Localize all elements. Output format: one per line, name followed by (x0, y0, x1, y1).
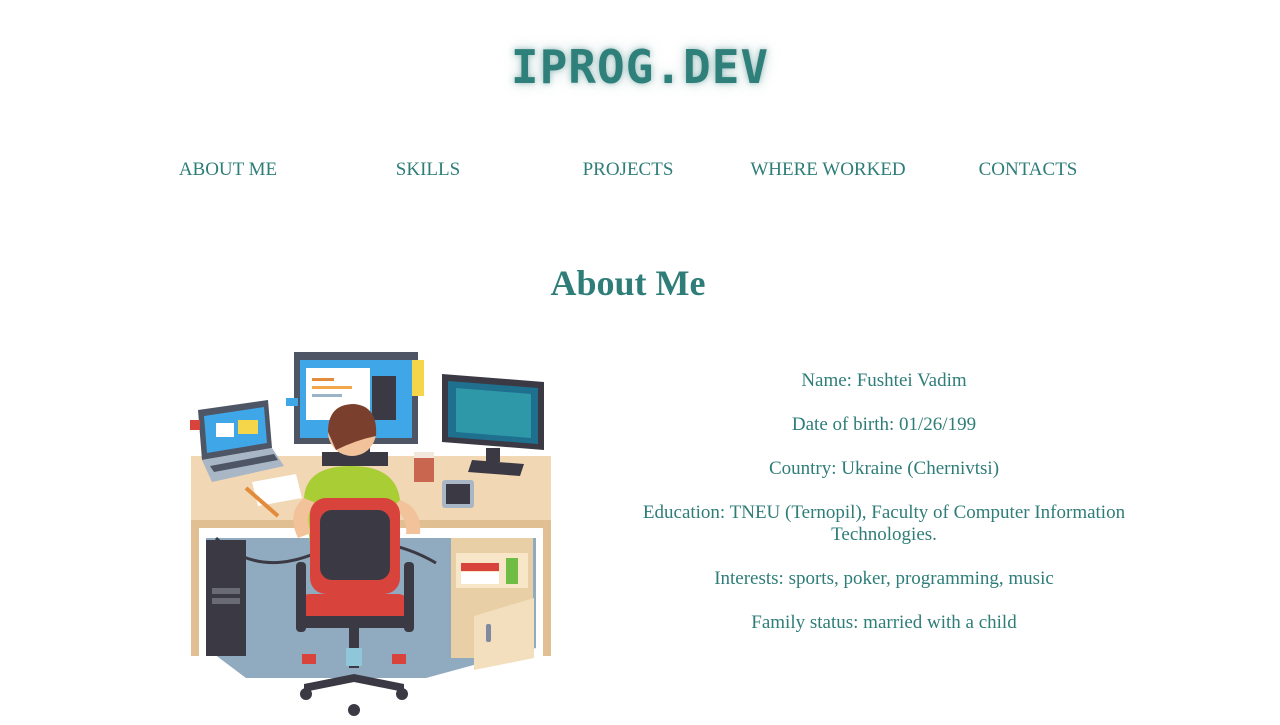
developer-illustration (186, 348, 556, 720)
about-info: Name: Fushtei Vadim Date of birth: 01/26… (640, 370, 1128, 656)
info-country: Country: Ukraine (Chernivtsi) (768, 458, 1000, 479)
info-education: Education: TNEU (Ternopil), Faculty of C… (642, 502, 1126, 545)
main-nav: ABOUT ME SKILLS PROJECTS WHERE WORKED CO… (128, 158, 1128, 182)
nav-skills[interactable]: SKILLS (328, 158, 528, 182)
info-family-status: Family status: married with a child (751, 612, 1017, 633)
nav-about-me[interactable]: ABOUT ME (128, 158, 328, 182)
site-logo[interactable]: IPROG.DEV (0, 40, 1280, 94)
info-name: Name: Fushtei Vadim (801, 370, 967, 391)
nav-contacts[interactable]: CONTACTS (928, 158, 1128, 182)
section-title: About Me (550, 263, 706, 303)
info-interests: Interests: sports, poker, programming, m… (714, 568, 1054, 589)
info-date-of-birth: Date of birth: 01/26/199 (791, 414, 977, 435)
nav-projects[interactable]: PROJECTS (528, 158, 728, 182)
nav-where-worked[interactable]: WHERE WORKED (728, 158, 928, 182)
